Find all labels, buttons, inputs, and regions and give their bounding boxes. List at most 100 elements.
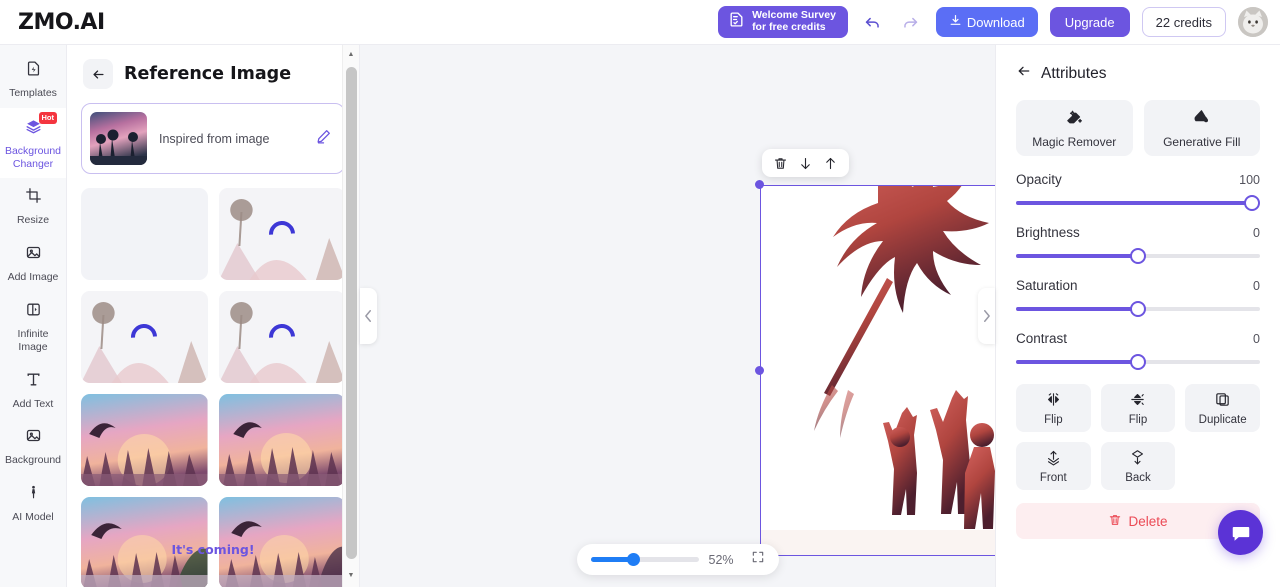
zoom-slider-knob[interactable] bbox=[627, 553, 641, 566]
slider-value-saturation: 0 bbox=[1253, 279, 1260, 293]
credits-badge[interactable]: 22 credits bbox=[1141, 7, 1226, 37]
sidebar-item-add-text[interactable]: Add Text bbox=[0, 362, 66, 419]
duplicate-label: Duplicate bbox=[1198, 413, 1247, 426]
slider-knob[interactable] bbox=[1130, 354, 1146, 370]
resize-handle-middle-left[interactable] bbox=[755, 366, 764, 375]
nav-rail: Templates Hot Background Changer Resize … bbox=[0, 45, 67, 587]
sidebar-label-background: Background bbox=[4, 454, 62, 467]
slider-saturation: Saturation 0 bbox=[1016, 278, 1260, 317]
opacity-slider[interactable] bbox=[1016, 195, 1260, 211]
scroll-up-icon[interactable]: ▲ bbox=[348, 51, 355, 58]
slider-knob[interactable] bbox=[1130, 301, 1146, 317]
collapse-right-panel-button[interactable] bbox=[978, 288, 995, 344]
send-to-back-button[interactable]: Back bbox=[1100, 442, 1176, 490]
top-bar-actions: Welcome Survey for free credits Download… bbox=[718, 6, 1268, 38]
flip-vertical-button[interactable]: Flip bbox=[1100, 384, 1176, 432]
result-thumb-loading[interactable] bbox=[81, 291, 208, 383]
top-bar: ZMO.AI Welcome Survey for free credits D… bbox=[0, 0, 1280, 45]
sidebar-label-infinite-image: Infinite Image bbox=[17, 327, 49, 353]
resize-handle-top-left[interactable] bbox=[755, 180, 764, 189]
panel-header: Reference Image bbox=[67, 45, 359, 99]
background-icon bbox=[25, 427, 42, 449]
brightness-slider[interactable] bbox=[1016, 248, 1260, 264]
slider-knob[interactable] bbox=[1244, 195, 1260, 211]
scrollbar-thumb[interactable] bbox=[346, 67, 357, 559]
scroll-down-icon[interactable]: ▼ bbox=[348, 572, 355, 579]
results-grid bbox=[67, 174, 359, 587]
zoom-controls: 52% bbox=[576, 544, 779, 575]
survey-label-line2: for free credits bbox=[752, 21, 826, 33]
slider-contrast: Contrast 0 bbox=[1016, 331, 1260, 370]
duplicate-button[interactable]: Duplicate bbox=[1185, 384, 1260, 432]
upgrade-button[interactable]: Upgrade bbox=[1049, 7, 1130, 37]
sidebar-item-ai-model[interactable]: AI Model bbox=[0, 475, 66, 532]
result-thumb-loading[interactable] bbox=[218, 188, 345, 280]
sidebar-item-infinite-image[interactable]: Infinite Image bbox=[0, 292, 66, 362]
reference-image-card[interactable]: Inspired from image bbox=[81, 103, 345, 174]
sidebar-item-background[interactable]: Background bbox=[0, 418, 66, 475]
chat-bubble-icon[interactable] bbox=[1218, 510, 1263, 555]
send-to-back-label: Back bbox=[1125, 471, 1151, 484]
download-icon bbox=[949, 14, 962, 30]
attributes-title: Attributes bbox=[1041, 64, 1107, 82]
saturation-slider[interactable] bbox=[1016, 301, 1260, 317]
generative-fill-label: Generative Fill bbox=[1163, 134, 1241, 149]
panel-back-button[interactable] bbox=[83, 59, 113, 89]
add-image-icon bbox=[25, 244, 42, 266]
slider-fill bbox=[1016, 254, 1138, 258]
download-label: Download bbox=[966, 14, 1025, 30]
slider-knob[interactable] bbox=[1130, 248, 1146, 264]
result-thumb-loading[interactable] bbox=[218, 291, 345, 383]
download-button[interactable]: Download bbox=[935, 7, 1038, 37]
ai-model-icon bbox=[25, 484, 42, 506]
result-thumb-empty[interactable] bbox=[81, 188, 208, 280]
duplicate-icon bbox=[1214, 391, 1231, 411]
zoom-percent-label: 52% bbox=[708, 552, 734, 567]
fit-screen-icon[interactable] bbox=[751, 550, 765, 569]
flip-vertical-label: Flip bbox=[1128, 413, 1148, 426]
slider-value-opacity: 100 bbox=[1239, 173, 1260, 187]
attribute-tools: Magic Remover Generative Fill bbox=[1016, 100, 1260, 156]
slider-value-contrast: 0 bbox=[1253, 332, 1260, 346]
infinite-image-icon bbox=[25, 301, 42, 323]
delete-label: Delete bbox=[1128, 513, 1168, 529]
panel-scrollbar[interactable]: ▲ ▼ bbox=[342, 45, 359, 587]
undo-button[interactable] bbox=[860, 9, 886, 35]
magic-remover-button[interactable]: Magic Remover bbox=[1016, 100, 1133, 156]
welcome-survey-button[interactable]: Welcome Survey for free credits bbox=[718, 6, 848, 38]
sidebar-item-add-image[interactable]: Add Image bbox=[0, 235, 66, 292]
zoom-slider[interactable] bbox=[590, 553, 699, 566]
bring-to-front-button[interactable]: Front bbox=[1016, 442, 1091, 490]
result-thumb-ready[interactable] bbox=[218, 394, 345, 486]
object-actions: Flip Flip Duplicate Front Back bbox=[1016, 384, 1260, 490]
slider-label-saturation: Saturation bbox=[1016, 278, 1078, 293]
send-to-back-icon bbox=[1129, 449, 1146, 469]
sidebar-label-templates: Templates bbox=[9, 87, 57, 99]
avatar[interactable] bbox=[1238, 7, 1268, 37]
pencil-icon[interactable] bbox=[315, 128, 332, 150]
contrast-slider[interactable] bbox=[1016, 354, 1260, 370]
attributes-header[interactable]: Attributes bbox=[1016, 63, 1260, 84]
sidebar-label-ai-model: AI Model bbox=[12, 511, 54, 524]
sidebar-item-resize[interactable]: Resize bbox=[0, 178, 66, 235]
bring-to-front-icon bbox=[1045, 449, 1062, 469]
result-thumb-ready[interactable] bbox=[81, 394, 208, 486]
sidebar-item-templates[interactable]: Templates bbox=[0, 51, 66, 108]
trash-icon[interactable] bbox=[770, 153, 791, 174]
canvas-area[interactable]: ZMO.AI bbox=[360, 45, 1280, 587]
arrow-left-icon[interactable] bbox=[1016, 63, 1032, 84]
collapse-left-panel-button[interactable] bbox=[360, 288, 377, 344]
trash-icon bbox=[1108, 513, 1122, 530]
arrow-down-icon[interactable] bbox=[795, 153, 816, 174]
magic-remover-label: Magic Remover bbox=[1032, 134, 1117, 149]
flip-horizontal-button[interactable]: Flip bbox=[1016, 384, 1091, 432]
arrow-up-icon[interactable] bbox=[820, 153, 841, 174]
redo-button[interactable] bbox=[898, 9, 924, 35]
slider-fill bbox=[1016, 307, 1138, 311]
sidebar-item-background-changer[interactable]: Hot Background Changer bbox=[0, 107, 66, 179]
slider-label-contrast: Contrast bbox=[1016, 331, 1068, 346]
sidebar-label-resize: Resize bbox=[16, 214, 50, 227]
slider-fill bbox=[1016, 201, 1256, 205]
magic-eraser-icon bbox=[1065, 108, 1084, 130]
generative-fill-button[interactable]: Generative Fill bbox=[1143, 100, 1260, 156]
